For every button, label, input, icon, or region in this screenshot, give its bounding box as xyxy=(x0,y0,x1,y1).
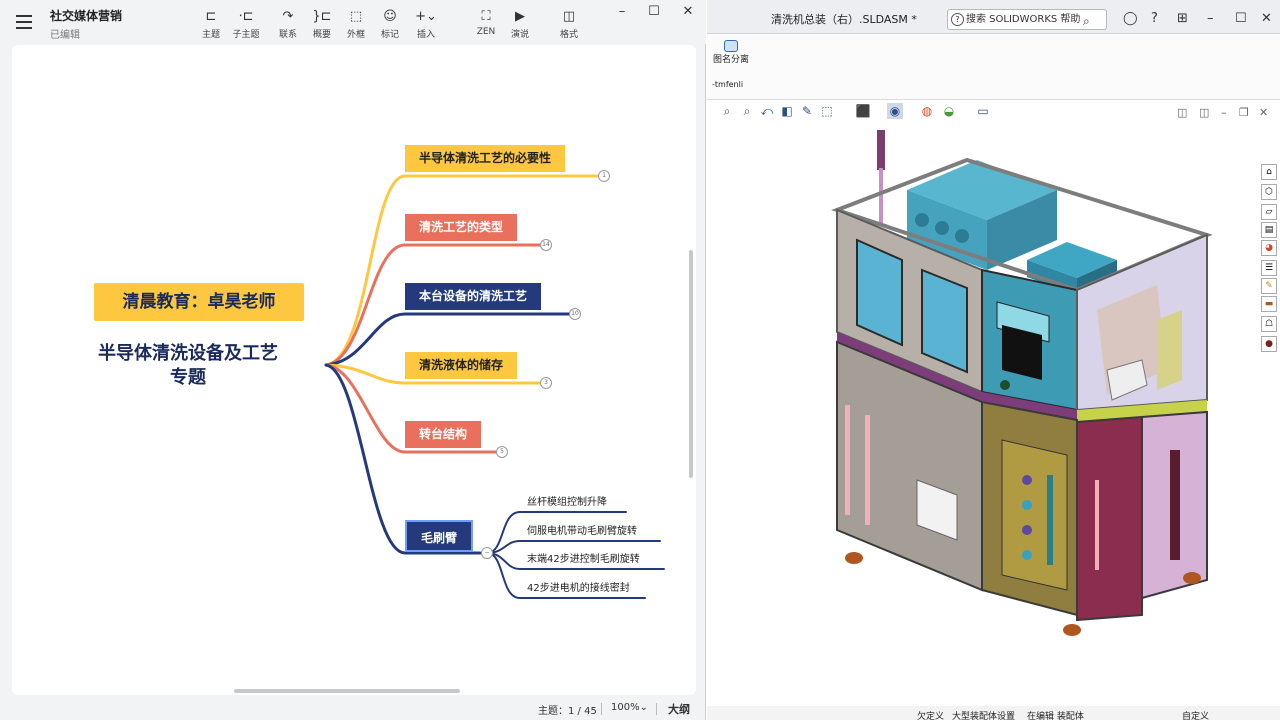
file-explorer-icon[interactable]: ▤ xyxy=(1261,222,1277,238)
subtopic-servo-motor[interactable]: 伺服电机带动毛刷臂旋转 xyxy=(527,522,637,537)
view-settings-icon[interactable]: ▭ xyxy=(975,103,991,119)
window-tile-icon[interactable]: ⊞ xyxy=(1177,11,1188,26)
cad-titlebar: 清洗机总装（右）.SLDASM * ? 搜索 SOLIDWORKS 帮助 ⌕ ◯… xyxy=(707,0,1280,34)
horizontal-scrollbar[interactable] xyxy=(234,689,460,693)
assembly-model-view[interactable] xyxy=(827,120,1227,650)
connector-branch-1 xyxy=(324,174,610,367)
branch-topic-necessity[interactable]: 半导体清洗工艺的必要性 xyxy=(405,145,566,172)
previous-view-icon[interactable]: ⤺ xyxy=(759,103,775,119)
close-icon[interactable]: ✕ xyxy=(1261,11,1272,26)
zoom-fit-icon[interactable]: ⌕ xyxy=(719,103,735,119)
status-large-assembly[interactable]: 大型装配体设置 xyxy=(952,709,1015,720)
toolbox-icon[interactable]: ● xyxy=(1261,336,1277,352)
appearances-icon[interactable]: ◕ xyxy=(1261,240,1277,256)
vertical-scrollbar[interactable] xyxy=(689,250,693,478)
viewport-minimize-icon[interactable]: – xyxy=(1221,106,1227,119)
branch-topic-brush-arm[interactable]: 毛刷臂 xyxy=(405,520,474,552)
subtopic-stepper-sealing[interactable]: 42步进电机的接线密封 xyxy=(527,579,630,594)
cad-statusbar: 欠定义 大型装配体设置 在编辑 装配体 自定义 xyxy=(707,706,1280,720)
subtopic-stepper-control[interactable]: 末端42步进控制毛刷旋转 xyxy=(527,550,640,565)
hide-show-icon[interactable]: ◉ xyxy=(887,103,903,119)
cad-window: 清洗机总装（右）.SLDASM * ? 搜索 SOLIDWORKS 帮助 ⌕ ◯… xyxy=(707,0,1280,720)
viewport-split-icon[interactable]: ◫ xyxy=(1177,106,1187,119)
appearance-icon[interactable]: ◍ xyxy=(919,103,935,119)
viewport-close-icon[interactable]: ✕ xyxy=(1259,106,1268,119)
section-view-icon[interactable]: ◧ xyxy=(779,103,795,119)
user-icon[interactable]: ◯ xyxy=(1123,11,1138,26)
minimize-icon[interactable]: – xyxy=(1207,11,1214,26)
branch-topic-machine-process[interactable]: 本台设备的清洗工艺 xyxy=(405,283,542,310)
central-topic[interactable]: 半导体清洗设备及工艺 专题 xyxy=(66,342,310,390)
branch-topic-types[interactable]: 清洗工艺的类型 xyxy=(405,214,518,241)
folder-icon[interactable]: ▬ xyxy=(1261,296,1277,312)
outline-button[interactable]: 大纲 xyxy=(668,701,690,717)
dynamic-annotation-icon[interactable]: ✎ xyxy=(799,103,815,119)
status-editing: 在编辑 装配体 xyxy=(1027,712,1084,720)
view-palette-icon[interactable]: ☰ xyxy=(1261,260,1277,276)
view-orientation-icon[interactable]: ⬚ xyxy=(819,103,835,119)
status-underdefined: 欠定义 xyxy=(917,712,945,720)
command-sub-label: -tmfenli xyxy=(712,80,744,89)
viewport-split-icon[interactable]: ◫ xyxy=(1199,106,1209,119)
display-style-icon[interactable]: ⬛ xyxy=(855,103,871,119)
viewport-restore-icon[interactable]: ❐ xyxy=(1239,106,1249,119)
scene-icon[interactable]: ◒ xyxy=(941,103,957,119)
drawing-separate-button[interactable]: 图名分离 xyxy=(711,40,751,65)
topic-counter: 主题：1 / 45 xyxy=(538,706,597,717)
branch-topic-liquid-storage[interactable]: 清洗液体的储存 xyxy=(405,352,518,379)
home-icon[interactable]: ⌂ xyxy=(1261,164,1277,180)
command-manager: 图名分离 -tmfenli xyxy=(707,34,1280,100)
cad-document-title: 清洗机总装（右）.SLDASM * xyxy=(771,13,917,26)
search-icon[interactable]: ⌕ xyxy=(1083,14,1090,29)
subtopic-screw-module[interactable]: 丝杆模组控制升降 xyxy=(527,493,607,508)
mindmap-window: 社交媒体营销 已编辑 ⊏ 主题 ⋅⊏ 子主题 ↷ 联系 }⊏ 概要 ⬚ 外框 ☺… xyxy=(0,0,706,720)
status-units[interactable]: 自定义 xyxy=(1182,709,1209,720)
collapse-badge[interactable]: − xyxy=(481,547,493,559)
drawing-separate-icon xyxy=(724,40,738,52)
task-pane-tabs: ⌂ ⬡ ▱ ▤ ◕ ☰ ✎ ▬ ☖ ● xyxy=(1258,160,1280,356)
custom-properties-icon[interactable]: ✎ xyxy=(1261,278,1277,294)
branch-topic-turntable[interactable]: 转台结构 xyxy=(405,421,482,448)
topic-count-badge[interactable]: 10 xyxy=(569,308,581,320)
topic-count-badge[interactable]: 3 xyxy=(540,377,552,389)
topic-count-badge[interactable]: 14 xyxy=(540,239,552,251)
help-icon: ? xyxy=(951,13,964,26)
zoom-area-icon[interactable]: ⌕ xyxy=(739,103,755,119)
forum-icon[interactable]: ☖ xyxy=(1261,316,1277,332)
design-library-icon[interactable]: ▱ xyxy=(1261,204,1277,220)
maximize-icon[interactable]: ☐ xyxy=(1235,11,1247,26)
signal-tower xyxy=(877,130,885,170)
zoom-dropdown[interactable]: 100%⌄ xyxy=(611,702,648,713)
mindmap-statusbar: 主题：1 / 45 100%⌄ 大纲 xyxy=(0,698,706,720)
topic-count-badge[interactable]: 1 xyxy=(598,170,610,182)
resources-icon[interactable]: ⬡ xyxy=(1261,184,1277,200)
help-menu-icon[interactable]: ? xyxy=(1151,11,1158,26)
topic-count-badge[interactable]: 5 xyxy=(496,446,508,458)
banner-topic[interactable]: 清晨教育：卓昊老师 xyxy=(94,283,304,321)
